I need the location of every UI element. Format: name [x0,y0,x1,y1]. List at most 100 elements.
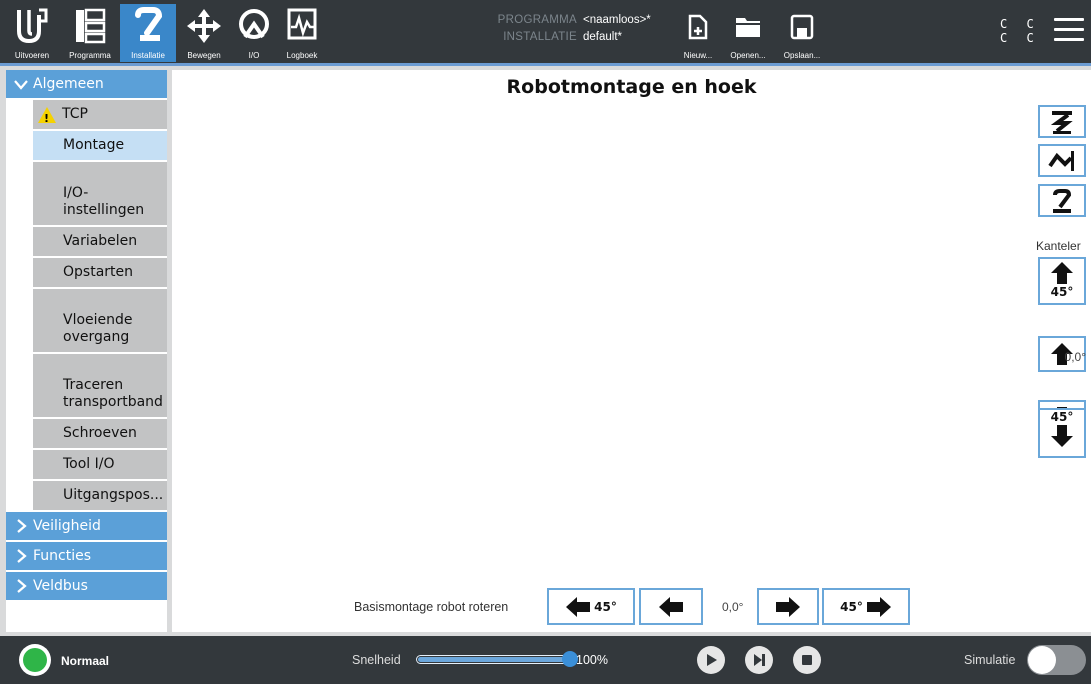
sidebar-item-traceren-transportband[interactable]: Traceren transportband [33,354,167,417]
sidebar-item-label: Opstarten [63,264,133,280]
open-button[interactable]: Openen... [723,10,773,62]
simulation-toggle-knob [1028,646,1056,674]
chevron-right-icon [17,519,27,533]
chevron-right-icon [17,579,27,593]
chevron-down-icon [14,80,28,90]
nav-logboek[interactable]: Logboek [274,4,330,62]
robot-arm-icon [135,7,163,41]
robot-top-view-icon [1050,111,1073,134]
controller-status-cc[interactable]: C C C C [1000,17,1040,45]
play-button[interactable] [697,646,725,674]
program-info: PROGRAMMA <naamloos>* INSTALLATIE default* [497,12,651,46]
rotate-value: 0,0° [722,600,744,614]
speed-slider-fill [418,657,568,662]
nav-installatie[interactable]: Installatie [120,4,176,62]
save-disk-icon [790,14,814,40]
rotate-right-45-button[interactable]: 45° [822,588,910,625]
nav-programma[interactable]: Programma [62,4,118,62]
rotate-left-button[interactable] [639,588,703,625]
sidebar-item-vloeiende-overgang[interactable]: Vloeiende overgang [33,289,167,352]
nav-label: Installatie [131,51,165,60]
sidebar-item-opstarten[interactable]: Opstarten [33,258,167,287]
sidebar-item-label: Uitgangspos... [63,487,164,503]
rotate-step-label: 45° [594,599,617,614]
simulation-label: Simulatie [964,653,1016,667]
program-key: PROGRAMMA [497,14,577,26]
hamburger-menu-icon[interactable] [1054,18,1084,46]
section-veiligheid[interactable]: Veiligheid [6,512,167,540]
sidebar-item-tool-io[interactable]: Tool I/O [33,450,167,479]
sidebar-item-label: Schroeven [63,425,137,441]
sidebar-item-schroeven[interactable]: Schroeven [33,419,167,448]
sidebar-item-uitgangspositie[interactable]: Uitgangspos... [33,481,167,510]
nav-label: Programma [69,51,111,60]
nav-bewegen[interactable]: Bewegen [176,4,232,62]
new-label: Nieuw... [683,51,713,60]
sidebar-item-label: Tool I/O [63,456,115,472]
simulation-toggle[interactable] [1027,645,1086,675]
tilt-down-45-button[interactable]: 45° [1038,408,1086,458]
rotate-label: Basismontage robot roteren [354,600,509,614]
arrow-down-icon [1051,425,1073,447]
main-panel: Robotmontage en hoek Kanteler 45° 0,0° 4… [172,70,1091,632]
view-side-button[interactable] [1038,144,1086,177]
section-algemeen[interactable]: Algemeen [6,70,167,98]
step-icon [754,654,765,666]
move-arrows-icon [187,9,221,43]
log-icon [287,8,317,40]
view-top-button[interactable] [1038,105,1086,138]
tilt-label: Kanteler [1036,239,1081,253]
cc-line-1: C C [1000,17,1040,31]
rotate-left-45-button[interactable]: 45° [547,588,635,625]
nav-uitvoeren[interactable]: Uitvoeren [4,4,60,62]
tilt-value: 0,0° [1064,350,1086,364]
nav-label: Logboek [286,51,318,60]
warning-icon [38,106,56,127]
chevron-right-icon [17,549,27,563]
sidebar-item-montage[interactable]: Montage [33,131,167,160]
new-button[interactable]: Nieuw... [673,10,723,62]
installation-name: default* [583,31,623,43]
sidebar-item-label: Traceren transportband [63,377,163,410]
sidebar-item-label: I/O- instellingen [63,185,145,218]
top-bar-accent-line [0,63,1091,66]
new-file-icon [688,14,708,40]
speed-label: Snelheid [352,653,401,667]
arrow-left-icon [659,596,683,617]
cc-line-2: C C [1000,31,1040,45]
section-veldbus[interactable]: Veldbus [6,572,167,600]
bottom-bar: Normaal Snelheid 100% Simulatie [0,636,1091,684]
sidebar: Algemeen TCP Montage I/O- instellingen V… [6,70,167,632]
stop-button[interactable] [793,646,821,674]
page-title: Robotmontage en hoek [506,76,757,98]
folder-icon [736,18,760,37]
section-label: Veldbus [33,578,88,594]
installation-key: INSTALLATIE [503,31,577,43]
arrow-right-icon [866,596,891,617]
speed-slider[interactable] [416,655,568,664]
section-label: Functies [33,548,92,564]
open-label: Openen... [730,51,766,60]
robot-side-view-icon [1048,151,1074,171]
speed-value: 100% [576,653,608,667]
section-label: Veiligheid [33,518,101,534]
robot-status-icon[interactable] [19,644,51,676]
program-icon [76,8,106,44]
sidebar-item-tcp[interactable]: TCP [33,100,167,129]
sidebar-item-variabelen[interactable]: Variabelen [33,227,167,256]
tilt-up-45-button[interactable]: 45° [1038,257,1086,305]
save-button[interactable]: Opslaan... [777,10,827,62]
ur-logo-icon [17,8,48,44]
save-label: Opslaan... [783,51,821,60]
tilt-step-label: 45° [1050,410,1074,424]
arrow-right-icon [776,596,800,617]
sidebar-item-io-instellingen[interactable]: I/O- instellingen [33,162,167,225]
step-button[interactable] [745,646,773,674]
rotate-right-button[interactable] [757,588,819,625]
program-name: <naamloos>* [583,14,651,26]
section-label: Algemeen [33,76,104,92]
arrow-up-icon [1051,262,1073,284]
view-front-button[interactable] [1038,184,1086,217]
top-bar: Uitvoeren Programma Installatie Bewegen … [0,0,1091,66]
section-functies[interactable]: Functies [6,542,167,570]
